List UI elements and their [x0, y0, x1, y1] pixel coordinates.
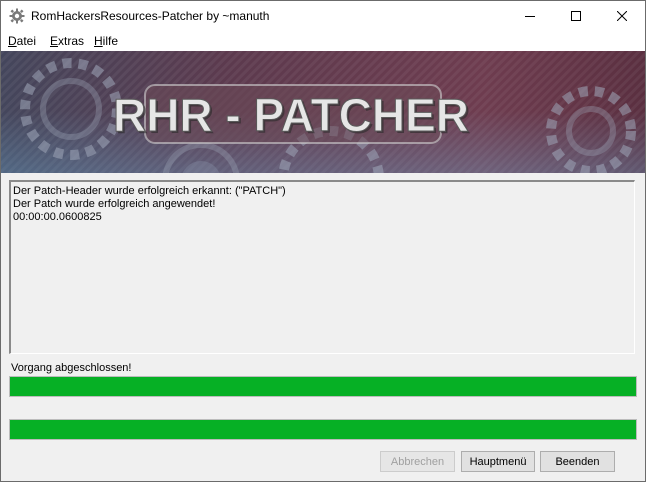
maximize-button[interactable]	[553, 1, 599, 31]
gear-icon	[9, 8, 25, 24]
banner-image: RHR - PATCHER RHR - PATCHER	[1, 51, 645, 173]
patcher-window: RomHackersResources-Patcher by ~manuth D…	[0, 0, 646, 482]
menu-accel: E	[50, 34, 59, 48]
close-button[interactable]	[599, 1, 645, 31]
menu-item-extras[interactable]: Extras	[50, 34, 84, 48]
log-line: Der Patch-Header wurde erfolgreich erkan…	[13, 185, 286, 197]
maximize-icon	[571, 11, 581, 21]
status-label: Vorgang abgeschlossen!	[11, 362, 132, 374]
menu-item-hilfe[interactable]: Hilfe	[94, 34, 118, 48]
main-menu-button[interactable]: Hauptmenü	[461, 451, 535, 472]
menu-item-datei[interactable]: Datei	[8, 34, 36, 48]
menu-accel: H	[94, 34, 103, 48]
menu-label: ilfe	[102, 34, 119, 48]
menu-bar: Datei Extras Hilfe	[1, 31, 645, 51]
log-output[interactable]: Der Patch-Header wurde erfolgreich erkan…	[9, 180, 635, 354]
log-line: 00:00:00.0600825	[13, 211, 102, 223]
log-line: Der Patch wurde erfolgreich angewendet!	[13, 198, 216, 210]
exit-button[interactable]: Beenden	[540, 451, 615, 472]
progress-bar-secondary	[9, 419, 637, 440]
window-title: RomHackersResources-Patcher by ~manuth	[31, 9, 270, 23]
minimize-icon	[525, 16, 535, 17]
progress-fill	[10, 420, 636, 439]
close-icon	[617, 11, 627, 21]
abort-button[interactable]: Abbrechen	[380, 451, 455, 472]
rhr-patcher-banner: RHR - PATCHER RHR - PATCHER	[1, 51, 645, 173]
banner-logo-text: RHR - PATCHER	[113, 89, 469, 141]
minimize-button[interactable]	[507, 1, 553, 31]
progress-bar-primary	[9, 376, 637, 397]
title-bar[interactable]: RomHackersResources-Patcher by ~manuth	[1, 1, 645, 31]
menu-label: xtras	[58, 34, 85, 48]
progress-fill	[10, 377, 636, 396]
menu-label: atei	[16, 34, 37, 48]
menu-accel: D	[8, 34, 17, 48]
